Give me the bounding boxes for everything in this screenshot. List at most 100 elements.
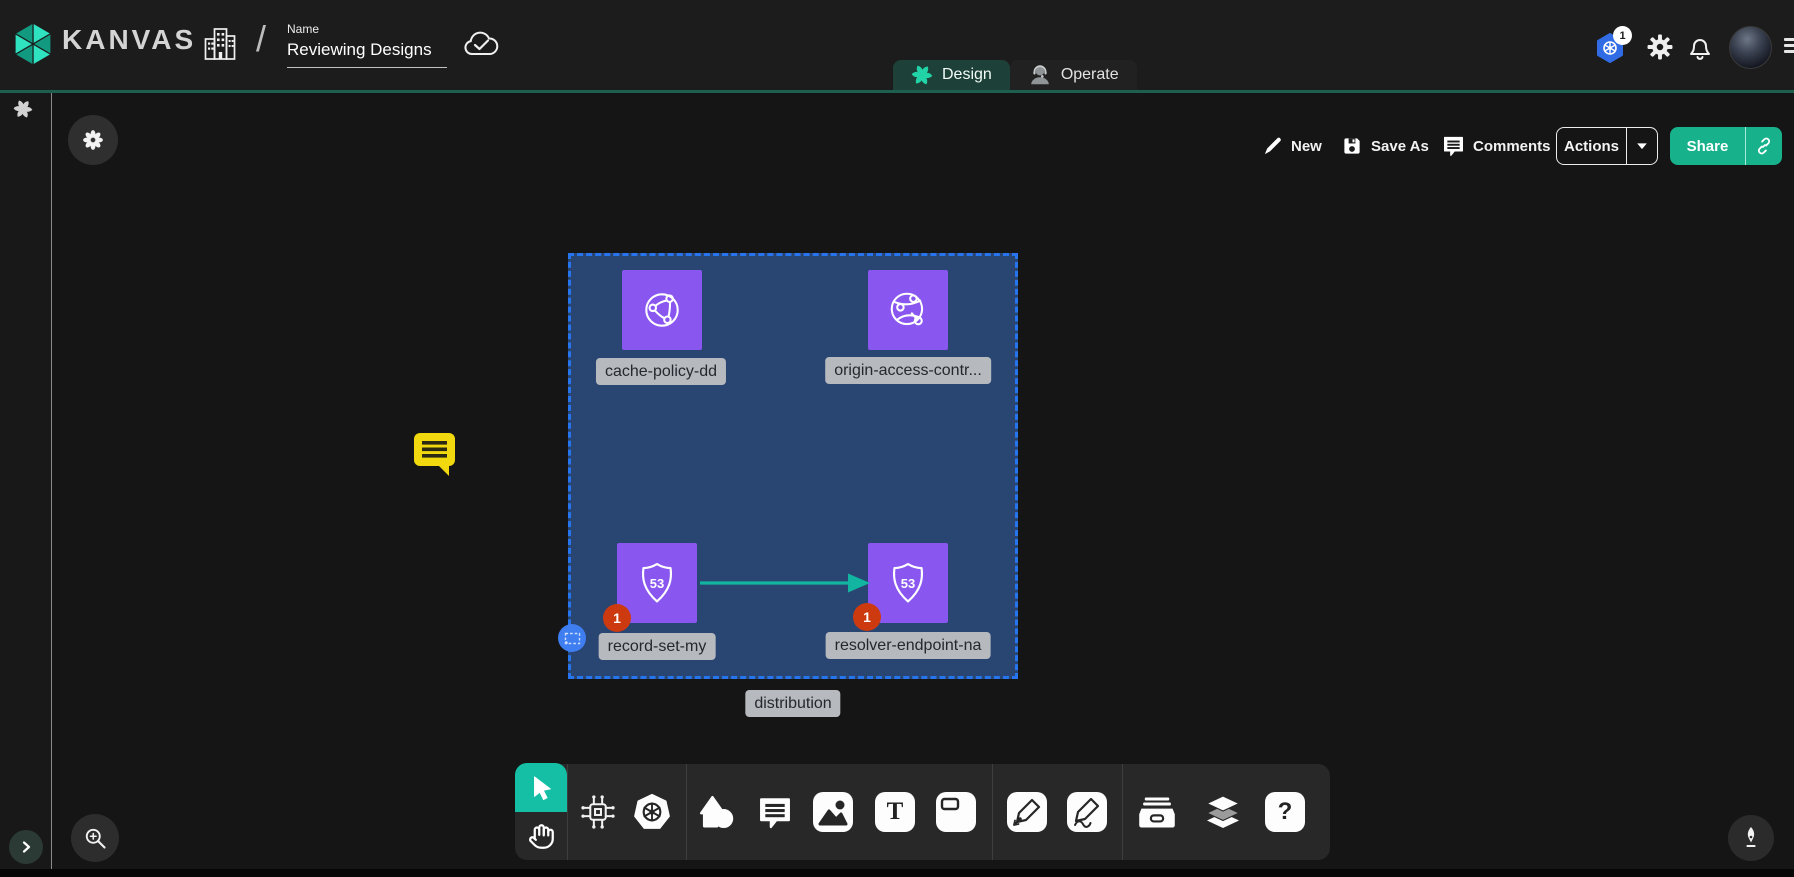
shapes-tool[interactable] (696, 792, 736, 832)
new-button[interactable]: New (1262, 133, 1322, 159)
cursor-icon (528, 774, 554, 802)
expand-sidebar-button[interactable] (9, 830, 43, 864)
actions-button-label: Actions (1557, 138, 1626, 155)
resolver-endpoint-count-badge[interactable]: 1 (853, 603, 881, 631)
comment-marker[interactable] (412, 431, 458, 478)
chevron-right-icon (18, 839, 34, 855)
notifications-bell-icon[interactable] (1687, 33, 1713, 61)
annotate-pen-button[interactable] (1728, 815, 1774, 861)
cloud-sync-check-icon (461, 29, 501, 59)
share-divider (1745, 127, 1746, 165)
new-button-label: New (1291, 138, 1322, 155)
caret-down-icon (1635, 140, 1649, 152)
app-window: KANVAS / Name (0, 0, 1794, 877)
comment-tool[interactable] (755, 792, 795, 832)
group-label-distribution[interactable]: distribution (745, 690, 840, 717)
zoom-button[interactable] (71, 814, 119, 862)
help-tool[interactable]: ? (1265, 792, 1305, 832)
pen-tile (1007, 792, 1047, 832)
text-tile: T (875, 792, 915, 832)
toolbar-divider (1122, 764, 1123, 860)
share-link-section[interactable] (1746, 136, 1782, 156)
operator-headset-icon (1028, 63, 1052, 87)
node-label-cache-policy[interactable]: cache-policy-dd (596, 358, 726, 385)
tab-operate[interactable]: Operate (1010, 60, 1137, 90)
pen-path-icon (1007, 792, 1047, 832)
drawer-archive-icon (1137, 793, 1177, 831)
node-label-record-set[interactable]: record-set-my (599, 633, 716, 660)
card-tile (936, 792, 976, 832)
actions-caret[interactable] (1627, 140, 1657, 152)
kubernetes-tool[interactable] (632, 792, 672, 832)
design-name-field: Name (287, 22, 449, 68)
header-divider (0, 90, 1794, 93)
node-label-origin-access[interactable]: origin-access-contr... (825, 357, 991, 384)
settings-gear-icon[interactable] (1647, 34, 1673, 60)
comments-button[interactable]: Comments (1442, 133, 1551, 159)
organization-building-icon[interactable] (203, 26, 237, 62)
zoom-in-icon (82, 825, 108, 851)
pan-tool[interactable] (515, 812, 567, 860)
pencil-tool[interactable] (1067, 792, 1107, 832)
layers-tool[interactable] (1203, 792, 1243, 832)
toolbar-divider (992, 764, 993, 860)
kanvas-logo-icon[interactable] (12, 21, 54, 67)
bottom-edge (0, 869, 1794, 877)
node-origin-access-control[interactable] (868, 270, 948, 350)
text-tool[interactable]: T (875, 792, 915, 832)
save-floppy-icon (1341, 135, 1363, 157)
card-tool[interactable] (936, 792, 976, 832)
route53-shield-icon: 53 (631, 557, 683, 609)
sidebar-swirl-icon[interactable] (13, 99, 33, 119)
link-icon (1754, 136, 1774, 156)
kubernetes-count-badge[interactable]: 1 (1613, 26, 1632, 45)
tab-design[interactable]: Design (893, 60, 1010, 90)
edge-record-to-resolver[interactable] (698, 570, 874, 596)
design-swirl-icon (911, 64, 933, 86)
pen-tool[interactable] (1007, 792, 1047, 832)
image-icon (813, 792, 853, 832)
help-tile: ? (1265, 792, 1305, 832)
card-icon (936, 792, 976, 832)
cloudfront-origin-access-icon (882, 284, 934, 336)
components-tool[interactable] (578, 792, 618, 832)
cloudfront-cache-policy-icon (636, 284, 688, 336)
name-field-label: Name (287, 22, 449, 36)
canvas-options-button[interactable] (68, 115, 118, 165)
record-set-count-badge[interactable]: 1 (603, 604, 631, 632)
actions-button[interactable]: Actions (1556, 127, 1658, 165)
share-button-label: Share (1670, 138, 1745, 155)
image-tool[interactable] (813, 792, 853, 832)
chip-icon (579, 793, 617, 831)
kubernetes-helm-icon (633, 793, 671, 831)
app-header: KANVAS / Name (0, 0, 1794, 90)
save-as-button[interactable]: Save As (1341, 133, 1429, 159)
share-button[interactable]: Share (1670, 127, 1782, 165)
route53-shield-icon: 53 (882, 557, 934, 609)
flower-icon (81, 128, 105, 152)
text-tool-glyph: T (887, 798, 904, 826)
drawer-tool[interactable] (1137, 792, 1177, 832)
breadcrumb-separator: / (256, 18, 266, 60)
pencil-tile (1067, 792, 1107, 832)
toolbar-divider (686, 764, 687, 860)
mode-tabs: Design Operate (893, 60, 1137, 90)
design-name-input[interactable] (287, 38, 447, 68)
shield-53-text: 53 (650, 576, 664, 591)
tab-operate-label: Operate (1061, 66, 1119, 84)
group-selection-handle[interactable] (558, 624, 586, 652)
node-label-resolver-endpoint[interactable]: resolver-endpoint-na (826, 632, 991, 659)
save-as-button-label: Save As (1371, 138, 1429, 155)
comments-icon (1442, 135, 1465, 157)
comments-button-label: Comments (1473, 138, 1551, 155)
app-logo-text[interactable]: KANVAS (62, 24, 196, 56)
tab-design-label: Design (942, 66, 992, 84)
pencil-scribble-icon (1067, 792, 1107, 832)
select-tool[interactable] (515, 763, 567, 812)
overflow-menu-icon[interactable] (1784, 35, 1794, 55)
user-avatar[interactable] (1729, 26, 1772, 69)
pen-nib-icon (1739, 825, 1763, 851)
new-pencil-icon (1262, 136, 1283, 157)
node-cache-policy[interactable] (622, 270, 702, 350)
shield-53-text: 53 (901, 576, 915, 591)
